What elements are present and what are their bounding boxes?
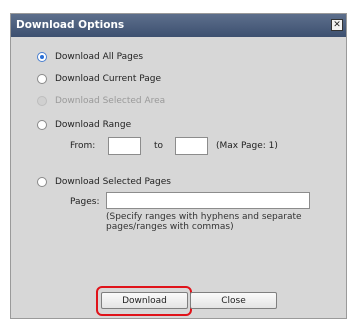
option-download-all-pages[interactable]: Download All Pages [37,50,143,64]
radio-download-selected-area [37,96,47,106]
pages-label: Pages: [70,197,100,207]
dialog-titlebar: Download Options [11,14,346,37]
range-to-label: to [154,141,164,151]
download-button[interactable]: Download [101,292,188,309]
range-from-label: From: [70,141,96,151]
option-label: Download Selected Pages [55,177,171,187]
option-download-range[interactable]: Download Range [37,118,131,132]
radio-download-all-pages[interactable] [37,52,47,62]
option-label: Download Range [55,120,132,130]
option-download-selected-area: Download Selected Area [37,94,165,108]
max-page-text: (Max Page: 1) [216,141,278,151]
option-label: Download All Pages [55,52,144,62]
option-label: Download Current Page [55,74,162,84]
radio-download-selected-pages[interactable] [37,177,47,187]
close-icon[interactable]: ✕ [331,19,343,31]
option-download-selected-pages[interactable]: Download Selected Pages [37,175,171,189]
radio-download-current-page[interactable] [37,74,47,84]
range-to-input[interactable] [175,137,208,155]
close-button[interactable]: Close [190,292,277,309]
option-label: Download Selected Area [55,96,166,106]
range-from-input[interactable] [108,137,141,155]
option-download-current-page[interactable]: Download Current Page [37,72,161,86]
radio-download-range[interactable] [37,120,47,130]
pages-hint: (Specify ranges with hyphens and separat… [106,212,302,232]
dialog-title: Download Options [16,19,125,31]
pages-input[interactable] [106,192,310,209]
